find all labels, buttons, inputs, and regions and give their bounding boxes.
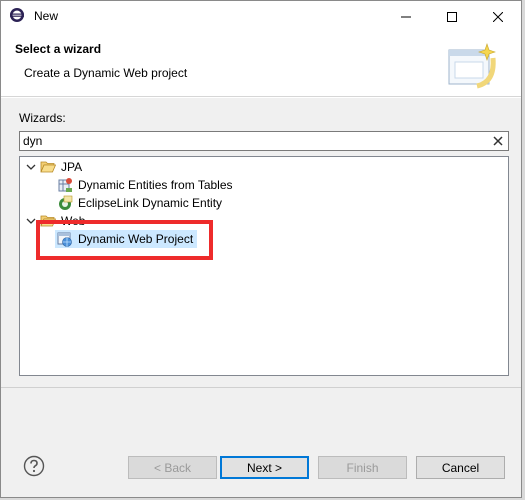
banner-subtitle: Create a Dynamic Web project (24, 66, 188, 80)
eclipse-app-icon (10, 8, 24, 22)
clear-filter-icon[interactable] (492, 135, 504, 147)
close-icon (493, 11, 503, 22)
minimize-button[interactable] (383, 1, 429, 32)
banner-title: Select a wizard (15, 42, 102, 56)
wizard-filter-input[interactable] (23, 133, 483, 149)
folder-open-icon (40, 161, 56, 173)
tree-item-label: Dynamic Entities from Tables (78, 178, 233, 192)
wizard-filter-field[interactable] (19, 131, 509, 151)
back-button[interactable]: < Back (128, 456, 217, 479)
window-title: New (34, 9, 59, 23)
highlight-annotation (36, 220, 213, 260)
new-wizard-dialog: New Select a wizard Create a Dynamic Web… (0, 0, 522, 498)
button-bar-separator (1, 387, 521, 388)
wizard-banner: Select a wizard Create a Dynamic Web pro… (1, 32, 521, 97)
maximize-button[interactable] (429, 1, 475, 32)
maximize-icon (447, 11, 457, 22)
cancel-button[interactable]: Cancel (416, 456, 505, 479)
banner-separator (1, 97, 521, 98)
new-wizard-banner-icon (448, 43, 496, 89)
minimize-icon (401, 16, 411, 17)
tree-group-label: JPA (61, 160, 83, 174)
tree-item-eclipselink-entity[interactable]: EclipseLink Dynamic Entity (57, 194, 222, 212)
tree-group-jpa[interactable]: JPA (40, 158, 82, 176)
chevron-down-icon[interactable] (26, 162, 36, 172)
jpa-entities-icon (58, 178, 72, 192)
next-button[interactable]: Next > (220, 456, 309, 479)
finish-button[interactable]: Finish (318, 456, 407, 479)
help-icon[interactable] (23, 455, 45, 477)
wizards-label: Wizards: (19, 111, 66, 125)
title-bar[interactable]: New (1, 1, 521, 32)
wizard-tree[interactable]: JPA Dynamic Entities from Tables Eclipse… (19, 156, 509, 376)
tree-item-dynamic-entities[interactable]: Dynamic Entities from Tables (57, 176, 233, 194)
eclipselink-entity-icon (59, 195, 73, 210)
tree-item-label: EclipseLink Dynamic Entity (78, 196, 223, 210)
close-button[interactable] (475, 1, 521, 32)
chevron-down-icon[interactable] (26, 216, 36, 226)
